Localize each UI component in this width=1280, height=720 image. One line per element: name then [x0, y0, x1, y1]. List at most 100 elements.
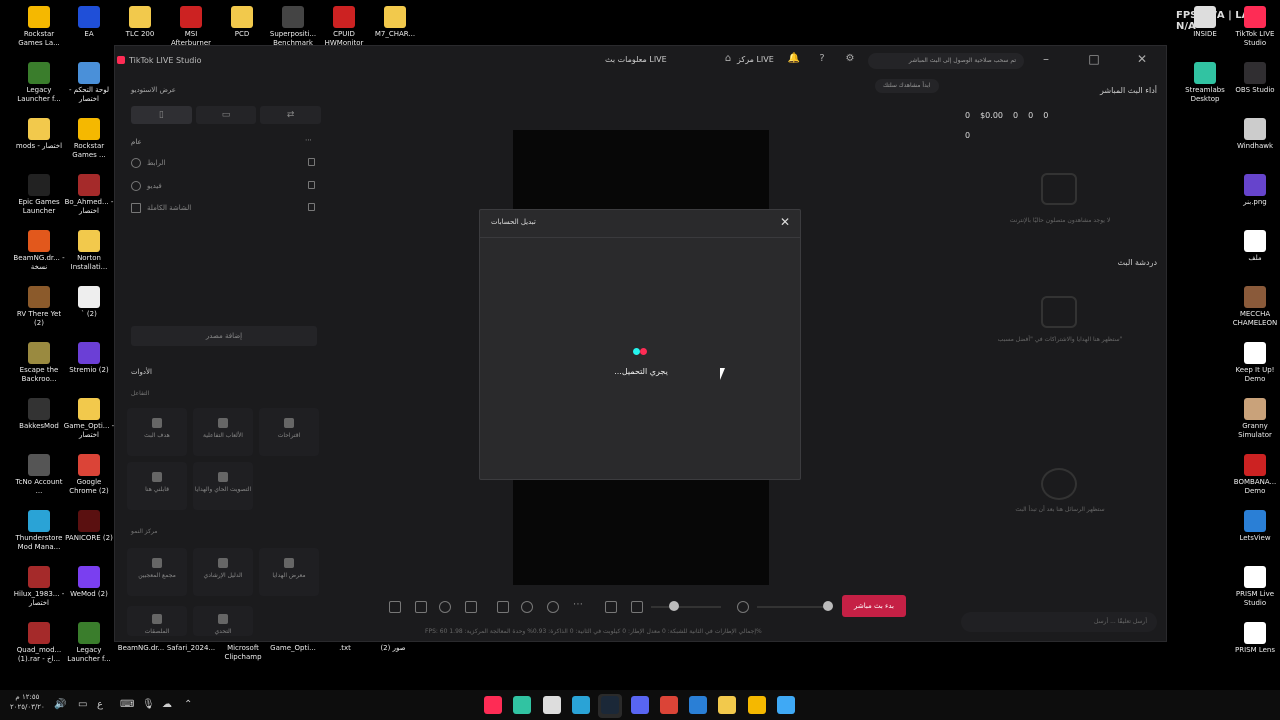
add-source-button[interactable]: إضافة مصدر	[131, 326, 317, 346]
volume-icon[interactable]: 🔊	[54, 699, 66, 710]
store-icon[interactable]	[689, 696, 708, 714]
speaker-volume-knob[interactable]	[669, 601, 679, 611]
help-icon[interactable]: ?	[815, 53, 829, 67]
desktop-shortcut[interactable]: Rockstar Games La...	[12, 6, 66, 48]
desktop-shortcut[interactable]: M7_CHAR...	[368, 6, 422, 39]
live-center-link[interactable]: مركز LIVE	[737, 55, 774, 64]
phone-icon[interactable]	[497, 601, 509, 613]
tab-portrait[interactable]: ▯	[131, 106, 192, 124]
keyboard-icon[interactable]: ⌨	[120, 699, 134, 710]
desktop-shortcut[interactable]: PCD	[215, 6, 269, 39]
chrome-icon[interactable]	[659, 696, 678, 714]
scene-label[interactable]: عام	[131, 138, 142, 146]
mic-volume-slider[interactable]	[757, 606, 827, 608]
desktop-shortcut[interactable]: بنر.png	[1228, 174, 1280, 207]
desktop-shortcut-label[interactable]: Microsoft Clipchamp	[216, 644, 270, 662]
lock-icon[interactable]	[308, 203, 315, 211]
clock[interactable]: ١٢:٥٥ م ٢٠٢٥/٠٣/٢٠	[10, 692, 45, 712]
add-media-icon[interactable]	[465, 601, 477, 613]
desktop-shortcut[interactable]: Legacy Launcher f...	[62, 622, 116, 664]
desktop-shortcut[interactable]: MECCHA CHAMELEON	[1228, 286, 1280, 328]
tool-guide[interactable]: الدليل الإرشادي	[193, 548, 253, 596]
desktop-shortcut[interactable]: TikTok LIVE Studio	[1228, 6, 1280, 48]
tool-fan-club[interactable]: مجمع المعجبين	[127, 548, 187, 596]
chat-input[interactable]: أرسل تعليقًا ... أرسل	[961, 612, 1157, 632]
close-window-button[interactable]: ✕	[1133, 52, 1151, 70]
record-icon[interactable]	[521, 601, 533, 613]
desktop-shortcut-label[interactable]: Game_Opti...	[266, 644, 320, 653]
bell-icon[interactable]: 🔔	[787, 53, 801, 67]
magic-icon[interactable]	[389, 601, 401, 613]
desktop-shortcut[interactable]: Bo_Ahmed... - اختصار	[62, 174, 116, 216]
desktop-shortcut[interactable]: MSI Afterburner	[164, 6, 218, 48]
tool-meet-here[interactable]: قابلني هنا	[127, 462, 187, 510]
desktop-shortcut[interactable]: Hilux_1983... - اختصار	[12, 566, 66, 608]
desktop-shortcut[interactable]: OBS Studio	[1228, 62, 1280, 95]
camera-icon[interactable]	[547, 601, 559, 613]
mic-volume-knob[interactable]	[823, 601, 833, 611]
desktop-shortcut[interactable]: لوحة التحكم - اختصار	[62, 62, 116, 104]
desktop-shortcut[interactable]: Escape the Backroo...	[12, 342, 66, 384]
microphone-icon[interactable]	[737, 601, 749, 613]
access-notice[interactable]: تم سحب صلاحية الوصول إلى البث المباشر	[868, 53, 1024, 69]
desktop-shortcut[interactable]: INSIDE	[1178, 6, 1232, 39]
tool-gift-gallery[interactable]: معرض الهدايا	[259, 548, 319, 596]
network-icon[interactable]: ▭	[78, 699, 87, 710]
more-icon[interactable]: ⋯	[305, 136, 312, 144]
desktop-shortcut[interactable]: EA	[62, 6, 116, 39]
desktop-shortcut[interactable]: Keep It Up! Demo	[1228, 342, 1280, 384]
desktop-shortcut[interactable]: LetsView	[1228, 510, 1280, 543]
tool-voting-gifts[interactable]: التصويت الحاي والهدايا	[193, 462, 253, 510]
lock-icon[interactable]	[308, 158, 315, 166]
speaker-icon[interactable]	[631, 601, 643, 613]
desktop-shortcut[interactable]: Norton Installati...	[62, 230, 116, 272]
source-item[interactable]: الرابط	[131, 154, 317, 172]
tool-challenge[interactable]: التحدي	[193, 606, 253, 636]
desktop-shortcut[interactable]: Epic Games Launcher	[12, 174, 66, 216]
desktop-shortcut[interactable]: Rockstar Games ...	[62, 118, 116, 160]
desktop-shortcut[interactable]: RV There Yet (2)	[12, 286, 66, 328]
cloud-icon[interactable]: ☁	[162, 699, 172, 710]
desktop-shortcut[interactable]: TcNo Account ...	[12, 454, 66, 496]
desktop-shortcut-label[interactable]: .txt	[318, 644, 372, 653]
desktop-shortcut[interactable]: Stremio (2)	[62, 342, 116, 375]
explorer-icon[interactable]	[718, 696, 737, 714]
tab-landscape[interactable]: ▭	[195, 106, 257, 124]
desktop-shortcut-label[interactable]: Safari_2024...	[164, 644, 218, 653]
desktop-shortcut[interactable]: ` (2)	[62, 286, 116, 319]
desktop-shortcut[interactable]: BeamNG.dr... - نسخة	[12, 230, 66, 272]
tiktok-live-icon[interactable]	[484, 696, 502, 714]
desktop-shortcut[interactable]: Thunderstore Mod Mana...	[12, 510, 66, 552]
desktop-shortcut[interactable]: PRISM Lens	[1228, 622, 1280, 655]
desktop-shortcut-label[interactable]: (2) صور	[366, 644, 420, 653]
minimize-button[interactable]: –	[1037, 52, 1055, 70]
filter-icon[interactable]	[415, 601, 427, 613]
start-icon[interactable]	[777, 696, 795, 714]
desktop-shortcut[interactable]: PANICORE (2)	[62, 510, 116, 543]
settings-sliders-icon[interactable]	[605, 601, 617, 613]
desktop-shortcut[interactable]: Quad_mod... (1).rar - اخ...	[12, 622, 66, 664]
desktop-shortcut[interactable]: Game_Opti... - اختصار	[62, 398, 116, 440]
source-item[interactable]: الشاشة الكاملة	[131, 199, 317, 217]
letsview-icon[interactable]	[571, 696, 590, 714]
discord-icon[interactable]	[630, 696, 649, 714]
steam-icon[interactable]	[601, 696, 620, 714]
chevron-up-icon[interactable]: ⌃	[184, 699, 192, 710]
settings-icon[interactable]: ⚙	[843, 53, 857, 67]
maximize-button[interactable]: □	[1085, 52, 1103, 70]
more-options-icon[interactable]: ⋯	[573, 599, 583, 610]
go-live-button[interactable]: بدء بث مباشر	[842, 595, 906, 617]
desktop-shortcut[interactable]: Legacy Launcher f...	[12, 62, 66, 104]
tool-live-goal[interactable]: هدف البث	[127, 408, 187, 456]
desktop-shortcut[interactable]: BakkesMod	[12, 398, 66, 431]
desktop-shortcut[interactable]: BOMBANA... Demo	[1228, 454, 1280, 496]
tool-suggestions[interactable]: اقتراحات	[259, 408, 319, 456]
desktop-shortcut[interactable]: Granny Simulator	[1228, 398, 1280, 440]
tab-switch[interactable]: ⇄	[260, 106, 322, 124]
live-info-link[interactable]: معلومات بث LIVE	[605, 55, 667, 64]
streamlabs-icon[interactable]	[513, 696, 532, 714]
language-icon[interactable]: ع	[97, 699, 103, 710]
desktop-shortcut[interactable]: WeMod (2)	[62, 566, 116, 599]
studio-view-dropdown[interactable]: عرض الاستوديو	[131, 86, 176, 94]
inkscape-icon[interactable]	[542, 696, 561, 714]
